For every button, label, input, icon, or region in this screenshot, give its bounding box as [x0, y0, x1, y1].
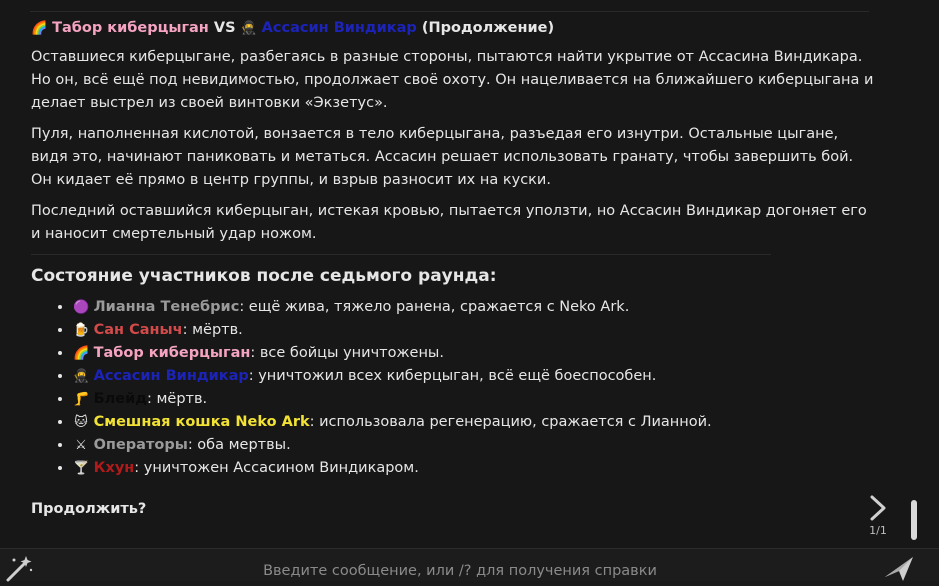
swipe-right-button[interactable]: 1/1 — [863, 494, 893, 537]
title-name-assassin: Ассасин Виндикар — [261, 20, 417, 36]
beer-icon: 🍺 — [73, 323, 90, 338]
title-name-tabor: Табор киберцыган — [52, 20, 209, 36]
chat-area: 🌈 Табор киберцыган VS 🥷 Ассасин Виндикар… — [0, 0, 939, 548]
message-input[interactable] — [40, 549, 880, 581]
participant-status: : ещё жива, тяжело ранена, сражается с N… — [239, 299, 630, 315]
participant-status: : оба мертвы. — [187, 437, 291, 453]
participant-status: : мёртв. — [182, 322, 243, 338]
participant-name: Блейд — [93, 391, 147, 407]
continue-prompt: Продолжить? — [31, 501, 147, 517]
list-item: 🟣 Лианна Тенебрис: ещё жива, тяжело ране… — [73, 296, 876, 319]
list-item: 🌈 Табор киберцыган: все бойцы уничтожены… — [73, 342, 876, 365]
list-item: 🍸 Кхун: уничтожен Ассасином Виндикаром. — [73, 457, 876, 480]
participant-status: : все бойцы уничтожены. — [250, 345, 444, 361]
participant-name: Ассасин Виндикар — [93, 368, 249, 384]
participant-name: Табор киберцыган — [93, 345, 251, 361]
swipe-counter: 1/1 — [869, 524, 887, 537]
ninja-icon: 🥷 — [240, 21, 257, 36]
title-suffix: (Продолжение) — [416, 20, 555, 36]
title-vs: VS — [208, 20, 241, 36]
list-item: 🥷 Ассасин Виндикар: уничтожил всех кибер… — [73, 365, 876, 388]
cocktail-icon: 🍸 — [73, 461, 90, 476]
paragraph-2: Пуля, наполненная кислотой, вонзается в … — [31, 126, 854, 188]
paragraph-1: Оставшиеся киберцыгане, разбегаясь в раз… — [31, 49, 874, 111]
cat-icon: 🐱 — [74, 415, 88, 430]
list-item: 🍺 Сан Саныч: мёртв. — [73, 319, 876, 342]
list-item: 🐱 Смешная кошка Neko Ark: использовала р… — [73, 411, 876, 434]
rainbow-icon: 🌈 — [31, 21, 48, 36]
participants-list: 🟣 Лианна Тенебрис: ещё жива, тяжело ране… — [31, 296, 876, 480]
assistant-message: 🌈 Табор киберцыган VS 🥷 Ассасин Виндикар… — [31, 17, 876, 521]
list-item: 🦵 Блейд: мёртв. — [73, 388, 876, 411]
chevron-right-icon — [870, 495, 886, 521]
participant-status: : уничтожен Ассасином Виндикаром. — [134, 460, 419, 476]
magic-wand-icon[interactable] — [4, 554, 34, 586]
input-bar — [0, 548, 939, 582]
rainbow-icon: 🌈 — [73, 346, 90, 361]
scrollbar[interactable] — [911, 500, 917, 540]
participant-name: Лианна Тенебрис — [93, 299, 240, 315]
ninja-icon: 🥷 — [73, 369, 90, 384]
participant-name: Операторы — [93, 437, 188, 453]
send-icon[interactable] — [883, 553, 915, 585]
status-heading: Состояние участников после седьмого раун… — [31, 266, 497, 286]
participant-name: Смешная кошка Neko Ark — [93, 414, 310, 430]
leg-icon: 🦵 — [73, 392, 90, 407]
participant-name: Сан Саныч — [93, 322, 183, 338]
participant-status: : мёртв. — [147, 391, 208, 407]
paragraph-3: Последний оставшийся киберцыган, истекая… — [31, 203, 867, 242]
purple-circle-icon: 🟣 — [73, 300, 90, 315]
crossed-swords-icon: ⚔ — [75, 438, 87, 453]
participant-name: Кхун — [93, 460, 135, 476]
list-item: ⚔ Операторы: оба мертвы. — [73, 434, 876, 457]
section-divider — [31, 254, 771, 255]
participant-status: : использовала регенерацию, сражается с … — [309, 414, 712, 430]
message-title: 🌈 Табор киберцыган VS 🥷 Ассасин Виндикар… — [31, 17, 876, 40]
participant-status: : уничтожил всех киберцыган, всё ещё бое… — [248, 368, 657, 384]
message-divider — [30, 11, 869, 12]
